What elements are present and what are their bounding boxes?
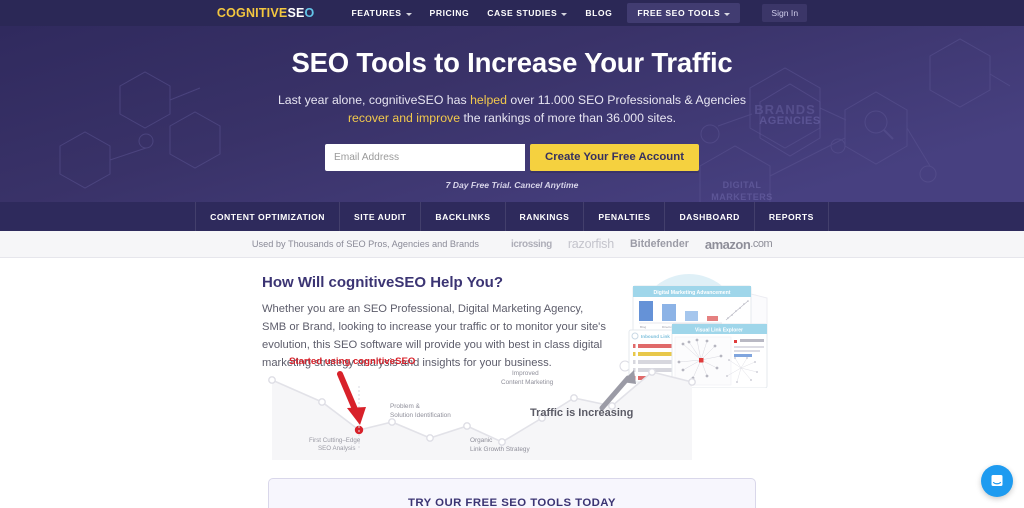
hero-sub-text-1: Last year alone, cognitiveSEO has	[277, 93, 471, 108]
chart-annotation-problem-l2: Solution Identification	[390, 412, 451, 419]
nav-item-case-studies[interactable]: CASE STUDIES	[478, 4, 576, 22]
subnav-item-content-optimization[interactable]: CONTENT OPTIMIZATION	[195, 202, 340, 231]
brand-logo-icrossing: icrossing	[510, 238, 552, 250]
chart-annotation-first-analysis-l1: First Cutting–Edge	[309, 437, 361, 444]
sign-in-button[interactable]: Sign In	[762, 4, 808, 22]
page-root: COGNITIVESEO FEATURES PRICING CASE STUDI…	[0, 0, 1024, 508]
free-tools-cta-box[interactable]: TRY OUR FREE SEO TOOLS TODAY	[268, 478, 756, 508]
trust-bar: Used by Thousands of SEO Pros, Agencies …	[0, 231, 1024, 258]
hero-sub-highlight-recover: recover and improve	[347, 111, 461, 126]
create-free-account-button[interactable]: Create Your Free Account	[529, 143, 700, 171]
chart-annotation-organic-l2: Link Growth Strategy	[470, 446, 530, 453]
brand-logo-amazon: amazon .com	[704, 236, 773, 252]
chart-annotation-started: Started using cognitiveSEO	[289, 356, 416, 367]
secondary-navigation-bar: CONTENT OPTIMIZATION SITE AUDIT BACKLINK…	[0, 202, 1024, 231]
signup-form: Create Your Free Account	[0, 143, 1024, 171]
logo-part-se: SE	[287, 6, 305, 20]
hero-sub-text-3: the rankings of more than 36.000 sites.	[460, 111, 677, 126]
brand-logo-razorfish: razorfish	[567, 237, 614, 251]
hero-sub-highlight-helped: helped	[470, 93, 507, 108]
nav-item-features[interactable]: FEATURES	[342, 4, 420, 22]
nav-item-case-studies-label: CASE STUDIES	[487, 8, 558, 18]
nav-item-blog-label: BLOG	[585, 8, 613, 18]
chat-launcher-button[interactable]	[981, 465, 1013, 497]
chat-icon	[991, 475, 1003, 486]
nav-item-features-label: FEATURES	[351, 8, 402, 18]
subnav-item-penalties[interactable]: PENALTIES	[584, 202, 666, 231]
nav-item-pricing-label: PRICING	[429, 8, 470, 18]
mockup-panel3-title: Inbound Link	[641, 334, 670, 339]
site-logo[interactable]: COGNITIVESEO	[217, 6, 315, 20]
subnav-item-rankings[interactable]: RANKINGS	[506, 202, 585, 231]
chart-annotation-problem-l1: Problem &	[390, 403, 421, 410]
mockup-panel-title: Digital Marketing Advancement	[653, 290, 730, 296]
subnav-item-reports[interactable]: REPORTS	[755, 202, 829, 231]
main-content: How Will cognitiveSEO Help You? Whether …	[0, 258, 1024, 483]
free-trial-note: 7 Day Free Trial. Cancel Anytime	[445, 179, 579, 190]
hero-subheading: Last year alone, cognitiveSEO has helped…	[0, 91, 1024, 127]
chevron-down-icon	[561, 12, 568, 16]
hero-section: BRANDS X . AGENCIES DIGITAL MARKETERS SE…	[0, 26, 1024, 202]
logo-part-o: O	[304, 6, 315, 20]
chart-annotation-first-analysis-l2: SEO Analysis	[318, 445, 355, 452]
hero-heading: SEO Tools to Increase Your Traffic	[291, 47, 733, 78]
free-tools-cta-label: TRY OUR FREE SEO TOOLS TODAY	[408, 497, 616, 508]
chart-annotation-improved-l2: Content Marketing	[501, 379, 554, 386]
chart-annotation-improved-l1: Improved	[512, 370, 539, 377]
traffic-growth-chart: Started using cognitiveSEO First Cutting…	[262, 350, 762, 460]
nav-item-pricing[interactable]: PRICING	[421, 4, 479, 22]
brand-logo-bitdefender: Bitdefender	[629, 238, 689, 250]
nav-item-free-seo-tools-label: FREE SEO TOOLS	[637, 8, 721, 18]
subnav-item-site-audit[interactable]: SITE AUDIT	[340, 202, 422, 231]
chart-annotation-organic-l1: Organic	[470, 437, 493, 444]
logo-part-cognitive: COGNITIVE	[216, 6, 288, 20]
hero-sub-text-2: over 11.000 SEO Professionals & Agencies	[507, 93, 747, 108]
nav-item-free-seo-tools[interactable]: FREE SEO TOOLS	[627, 3, 741, 23]
nav-item-blog[interactable]: BLOG	[576, 4, 621, 22]
svg-text:Blog: Blog	[640, 325, 646, 329]
chart-annotation-traffic-increasing: Traffic is Increasing	[530, 407, 633, 419]
brand-logo-amazon-suffix: .com	[750, 238, 773, 250]
chevron-down-icon	[724, 12, 731, 16]
chevron-down-icon	[405, 12, 412, 16]
trust-bar-label: Used by Thousands of SEO Pros, Agencies …	[251, 239, 479, 249]
svg-text:MARKETERS: MARKETERS	[711, 192, 773, 202]
subnav-item-backlinks[interactable]: BACKLINKS	[421, 202, 506, 231]
top-navigation-bar: COGNITIVESEO FEATURES PRICING CASE STUDI…	[0, 0, 1024, 26]
email-input[interactable]	[324, 143, 525, 171]
brand-logo-amazon-name: amazon	[704, 236, 751, 252]
mockup-panel2-title: Visual Link Explorer	[695, 328, 743, 334]
subnav-item-dashboard[interactable]: DASHBOARD	[665, 202, 755, 231]
